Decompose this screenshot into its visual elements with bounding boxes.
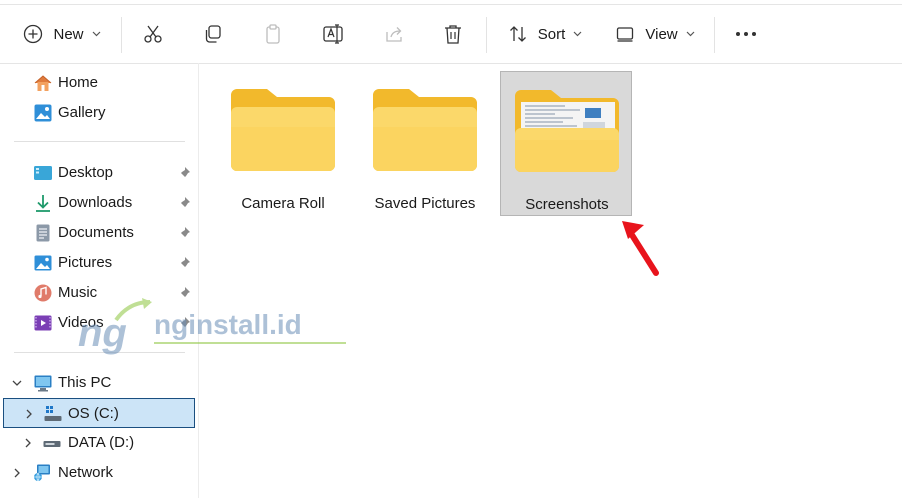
sidebar-item-label: Downloads [58, 194, 133, 211]
drive-c-icon [44, 406, 62, 421]
sidebar-item-label: This PC [58, 374, 112, 391]
scissors-icon [144, 25, 162, 43]
new-button-label: New [53, 25, 84, 43]
chevron-down-icon [686, 31, 695, 37]
view-button-label: View [645, 25, 678, 43]
folder-tile[interactable]: Saved Pictures [359, 71, 491, 216]
folder-with-preview-icon [515, 90, 619, 172]
copy-button[interactable] [200, 5, 226, 63]
sidebar-item-label: Documents [58, 224, 134, 241]
rename-icon [323, 24, 343, 44]
clipboard-icon [266, 24, 280, 44]
sidebar-item-data-d[interactable]: DATA (D:) [0, 428, 198, 458]
watermark: ng nginstall.id [76, 298, 351, 358]
annotation-arrow-icon [622, 221, 659, 276]
pin-icon[interactable] [177, 256, 191, 270]
chevron-right-icon[interactable] [22, 437, 34, 449]
sidebar-item-label: Network [58, 464, 114, 481]
folder-tile-selected[interactable]: Screenshots [500, 71, 632, 216]
chevron-down-icon [573, 31, 582, 37]
sidebar-item-label: Gallery [58, 104, 106, 121]
folder-tile[interactable]: Camera Roll [217, 71, 349, 216]
sidebar-item-home[interactable]: Home [0, 68, 198, 98]
view-icon [617, 27, 634, 42]
sidebar-item-os-c[interactable]: OS (C:) [3, 398, 195, 428]
delete-button[interactable] [440, 5, 466, 63]
home-icon [34, 75, 52, 91]
more-icon [736, 32, 756, 36]
toolbar-divider [486, 17, 487, 53]
file-view: Camera Roll Saved Pictures Screenshots [199, 63, 902, 498]
downloads-icon [36, 195, 50, 212]
sidebar-item-label: Pictures [58, 254, 113, 271]
sidebar-item-label: Home [58, 74, 99, 91]
rename-button[interactable] [320, 5, 346, 63]
chevron-down-icon [92, 31, 100, 37]
more-options-button[interactable] [733, 5, 759, 63]
sidebar-item-desktop[interactable]: Desktop [0, 158, 198, 188]
chevron-right-icon[interactable] [23, 408, 35, 420]
sidebar-item-this-pc[interactable]: This PC [0, 368, 198, 398]
trash-icon [445, 25, 461, 44]
watermark-site-text: nginstall.id [154, 309, 302, 340]
folder-name: Screenshots [525, 196, 609, 213]
folder-icon [231, 89, 335, 171]
gallery-icon [34, 104, 52, 122]
sort-button[interactable]: Sort [505, 5, 585, 63]
sidebar-item-downloads[interactable]: Downloads [0, 188, 198, 218]
sidebar-item-gallery[interactable]: Gallery [0, 98, 198, 128]
sidebar-item-documents[interactable]: Documents [0, 218, 198, 248]
share-button[interactable] [381, 5, 407, 63]
sidebar-item-network[interactable]: Network [0, 458, 198, 488]
network-icon [34, 464, 50, 482]
chevron-down-icon[interactable] [11, 377, 23, 389]
pin-icon[interactable] [177, 166, 191, 180]
folder-icon [373, 89, 477, 171]
sort-icon [509, 26, 526, 42]
view-button[interactable]: View [615, 5, 695, 63]
sidebar-divider [14, 141, 185, 142]
folder-name: Camera Roll [241, 195, 325, 212]
documents-icon [36, 224, 50, 242]
copy-icon [205, 25, 221, 43]
pin-icon[interactable] [177, 226, 191, 240]
pictures-icon [34, 255, 52, 271]
computer-icon [34, 375, 52, 392]
music-icon [34, 284, 52, 302]
folder-name: Saved Pictures [374, 195, 476, 212]
sidebar-item-pictures[interactable]: Pictures [0, 248, 198, 278]
share-icon [386, 27, 402, 42]
pin-icon[interactable] [177, 196, 191, 210]
sidebar-item-label: OS (C:) [68, 405, 119, 422]
desktop-icon [34, 166, 52, 180]
cut-button[interactable] [140, 5, 166, 63]
navigation-pane: Home Gallery Desktop Downloads Documents [0, 63, 199, 498]
new-button[interactable]: New [20, 5, 104, 63]
chevron-right-icon[interactable] [11, 467, 23, 479]
videos-icon [34, 315, 52, 331]
nginstall-logo-icon: ng nginstall.id [78, 298, 346, 355]
drive-d-icon [43, 441, 61, 447]
command-bar: New Sort View [0, 4, 902, 64]
sidebar-item-label: DATA (D:) [68, 434, 135, 451]
plus-circle-icon [24, 24, 43, 44]
toolbar-divider [121, 17, 122, 53]
toolbar-divider [714, 17, 715, 53]
sidebar-item-label: Desktop [58, 164, 114, 181]
sort-button-label: Sort [537, 25, 566, 43]
paste-button[interactable] [260, 5, 286, 63]
